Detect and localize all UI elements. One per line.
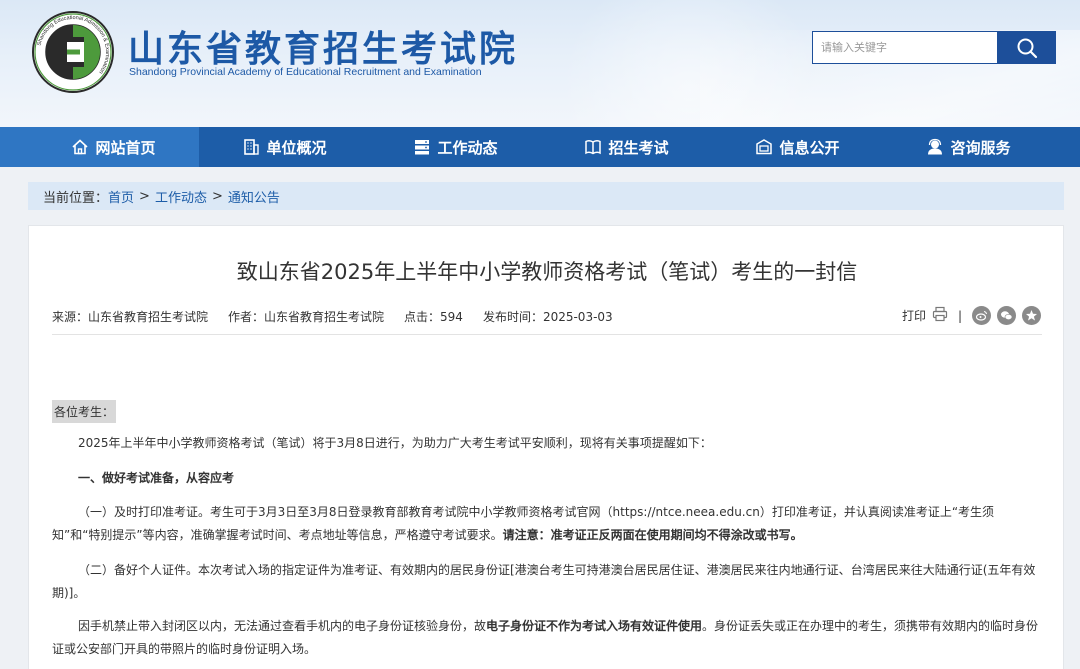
breadcrumb-work-news-link[interactable]: 工作动态: [155, 187, 207, 206]
nav-about[interactable]: 单位概况: [199, 127, 370, 167]
nav-label: 招生考试: [608, 138, 669, 157]
article-paragraph: 2025年上半年中小学教师资格考试（笔试）将于3月8日进行，为助力广大考生考试平…: [78, 436, 712, 450]
print-icon[interactable]: [932, 306, 948, 325]
breadcrumb-notice-link[interactable]: 通知公告: [228, 187, 280, 206]
info-card-icon: [755, 138, 773, 156]
book-icon: [584, 138, 602, 156]
article-greeting: 各位考生：: [52, 400, 117, 423]
tools-separator: |: [957, 308, 962, 323]
user-service-icon: [926, 138, 944, 156]
weibo-share-icon[interactable]: [972, 306, 991, 325]
site-header: Shandong Educational Admission & Examina…: [0, 0, 1080, 127]
server-icon: [413, 138, 431, 156]
paragraph-emphasis: 电子身份证不作为考试入场有效证件使用: [486, 619, 703, 633]
site-title: 山东省教育招生考试院: [128, 29, 519, 70]
nav-work-news[interactable]: 工作动态: [370, 127, 541, 167]
breadcrumb: 当前位置： 首页 > 工作动态 > 通知公告: [28, 182, 1064, 210]
nav-consulting[interactable]: 咨询服务: [883, 127, 1054, 167]
print-link[interactable]: 打印: [902, 307, 926, 324]
nav-info-disclosure[interactable]: 信息公开: [712, 127, 883, 167]
building-icon: [242, 138, 260, 156]
main-nav: 网站首页 单位概况 工作动态 招生考试 信息公开 咨询服务: [0, 127, 1080, 167]
article-title: 致山东省2025年上半年中小学教师资格考试（笔试）考生的一封信: [236, 260, 858, 284]
home-icon: [71, 138, 89, 156]
meta-divider: [52, 334, 1042, 335]
nav-label: 网站首页: [95, 138, 156, 157]
article-clicks: 点击：594: [404, 310, 463, 324]
wechat-share-icon[interactable]: [997, 306, 1016, 325]
breadcrumb-prefix: 当前位置：: [43, 190, 109, 206]
logo-emblem-icon: Shandong Educational Admission & Examina…: [32, 11, 114, 93]
search-input[interactable]: [812, 31, 998, 64]
breadcrumb-separator: >: [211, 188, 223, 204]
breadcrumb-home-link[interactable]: 首页: [108, 187, 134, 206]
breadcrumb-separator: >: [139, 188, 150, 204]
article-tools: 打印 |: [902, 306, 1041, 325]
article-paragraph: （二）备好个人证件。本次考试入场的指定证件为准考证、有效期内的居民身份证[港澳台…: [52, 563, 1036, 600]
nav-home[interactable]: 网站首页: [0, 127, 199, 167]
article-paragraph: 因手机禁止带入封闭区以内，无法通过查看手机内的电子身份证核验身份，故电子身份证不…: [52, 615, 1042, 661]
article-container: 致山东省2025年上半年中小学教师资格考试（笔试）考生的一封信 来源：山东省教育…: [28, 225, 1064, 669]
article-paragraph: （一）及时打印准考证。考生可于3月3日至3月8日登录教育部教育考试院中小学教师资…: [52, 501, 1042, 547]
nav-admission[interactable]: 招生考试: [541, 127, 712, 167]
nav-label: 咨询服务: [950, 138, 1011, 157]
search-button[interactable]: [997, 31, 1056, 64]
site-subtitle: Shandong Provincial Academy of Education…: [129, 66, 482, 78]
nav-label: 工作动态: [437, 138, 498, 157]
nav-label: 信息公开: [779, 138, 840, 157]
paragraph-text: 因手机禁止带入封闭区以内，无法通过查看手机内的电子身份证核验身份，故: [78, 619, 487, 633]
search-icon: [1017, 38, 1037, 58]
article-section-heading: 一、做好考试准备，从容应考: [78, 471, 235, 485]
article-meta: 来源：山东省教育招生考试院 作者：山东省教育招生考试院 点击：594 发布时间：…: [52, 308, 613, 325]
article-source: 来源：山东省教育招生考试院: [52, 310, 209, 324]
article-author: 作者：山东省教育招生考试院: [228, 310, 385, 324]
favorite-star-icon[interactable]: [1022, 306, 1041, 325]
nav-label: 单位概况: [266, 138, 327, 157]
article-date: 发布时间：2025-03-03: [482, 310, 613, 324]
paragraph-emphasis: 请注意：准考证正反两面在使用期间均不得涂改或书写。: [502, 528, 803, 542]
site-logo[interactable]: Shandong Educational Admission & Examina…: [31, 10, 115, 94]
